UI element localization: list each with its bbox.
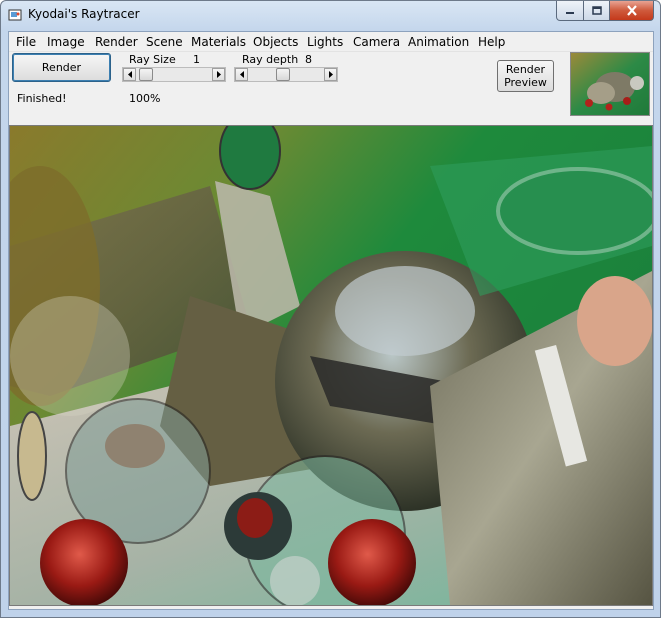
render-canvas[interactable] [9, 125, 653, 606]
app-icon [8, 9, 22, 21]
menu-animation[interactable]: Animation [408, 35, 469, 49]
client-area: File Image Render Scene Materials Object… [8, 31, 654, 610]
ray-depth-slider[interactable] [234, 67, 338, 82]
close-icon [626, 5, 637, 16]
menu-objects[interactable]: Objects [253, 35, 298, 49]
ray-depth-decrease[interactable] [235, 68, 248, 81]
ray-depth-increase[interactable] [324, 68, 337, 81]
app-window: Kyodai's Raytracer File Image Render Sce… [0, 0, 661, 618]
window-controls [556, 1, 654, 21]
ray-size-increase[interactable] [212, 68, 225, 81]
menu-image[interactable]: Image [47, 35, 85, 49]
preview-thumbnail [570, 52, 650, 116]
rendered-image [10, 126, 652, 605]
arrow-right-icon [328, 71, 333, 78]
arrow-left-icon [127, 71, 132, 78]
menu-materials[interactable]: Materials [191, 35, 246, 49]
maximize-icon [591, 6, 602, 15]
render-button[interactable]: Render [12, 53, 111, 82]
render-button-label: Render [41, 61, 82, 74]
maximize-button[interactable] [584, 1, 610, 21]
menu-lights[interactable]: Lights [307, 35, 343, 49]
menu-camera[interactable]: Camera [353, 35, 400, 49]
close-button[interactable] [610, 1, 654, 21]
menu-scene[interactable]: Scene [146, 35, 183, 49]
menu-bar: File Image Render Scene Materials Object… [9, 32, 653, 52]
ray-depth-label: Ray depth [242, 53, 299, 66]
status-text: Finished! [17, 92, 67, 105]
window-title: Kyodai's Raytracer [28, 7, 140, 21]
menu-help[interactable]: Help [478, 35, 505, 49]
menu-file[interactable]: File [16, 35, 36, 49]
minimize-icon [566, 11, 574, 14]
arrow-right-icon [216, 71, 221, 78]
ray-size-label: Ray Size [129, 53, 176, 66]
ray-depth-thumb[interactable] [276, 68, 290, 81]
preview-image [571, 53, 649, 115]
progress-text: 100% [129, 92, 161, 105]
ray-size-value: 1 [193, 53, 200, 66]
ray-size-thumb[interactable] [139, 68, 153, 81]
render-preview-label-2: Preview [504, 76, 547, 89]
arrow-left-icon [239, 71, 244, 78]
title-bar[interactable]: Kyodai's Raytracer [1, 1, 660, 29]
minimize-button[interactable] [556, 1, 584, 21]
ray-size-slider[interactable] [122, 67, 226, 82]
ray-size-decrease[interactable] [123, 68, 136, 81]
menu-render[interactable]: Render [95, 35, 138, 49]
render-preview-button[interactable]: Render Preview [497, 60, 554, 92]
ray-depth-value: 8 [305, 53, 312, 66]
render-preview-label-1: Render [505, 63, 546, 76]
